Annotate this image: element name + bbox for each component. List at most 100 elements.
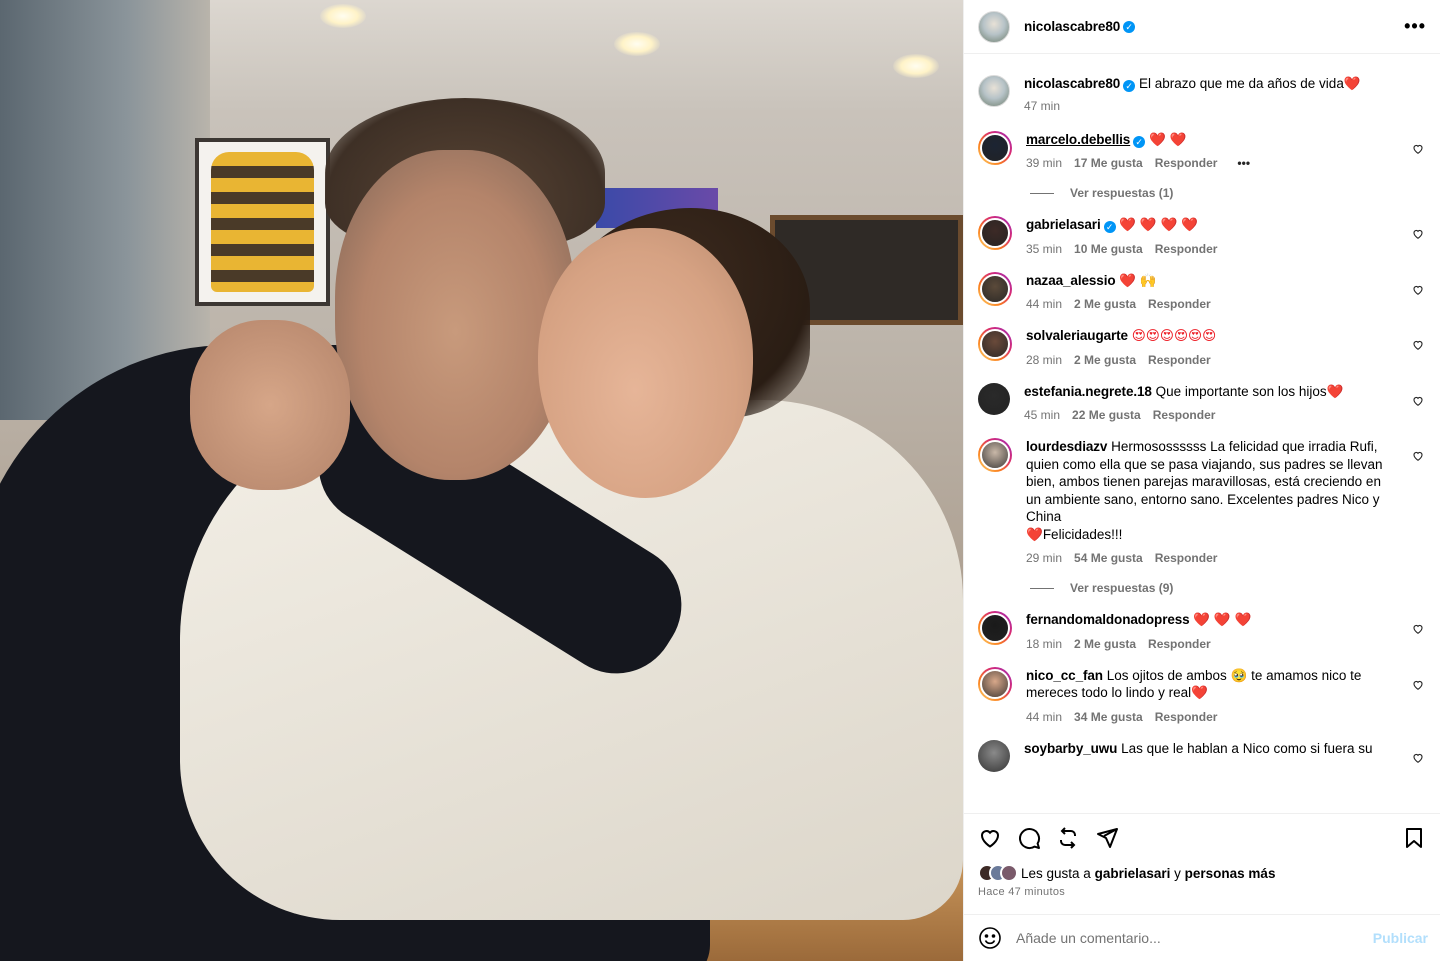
share-icon[interactable]: [1095, 826, 1119, 850]
comment-time[interactable]: 45 min: [1024, 408, 1060, 422]
reply-button[interactable]: Responder: [1155, 156, 1218, 170]
comment-text-line: fernandomaldonadopress ❤️ ❤️ ❤️: [1026, 611, 1398, 629]
comment-like-heart-icon[interactable]: [1412, 752, 1424, 764]
comment-item: lourdesdiazv Hermosossssss La felicidad …: [978, 438, 1424, 565]
caption-time[interactable]: 47 min: [1024, 99, 1060, 113]
comment-username[interactable]: marcelo.debellis: [1026, 132, 1130, 147]
commenter-avatar-ring[interactable]: [978, 327, 1012, 361]
comment-time[interactable]: 29 min: [1026, 551, 1062, 565]
publish-button[interactable]: Publicar: [1373, 930, 1428, 946]
comment-text-line: soybarby_uwu Las que le hablan a Nico co…: [1024, 740, 1398, 758]
comment-likes[interactable]: 10 Me gusta: [1074, 242, 1143, 256]
comment-item: soybarby_uwu Las que le hablan a Nico co…: [978, 739, 1424, 777]
comment-username[interactable]: lourdesdiazv: [1026, 439, 1107, 454]
commenter-avatar-ring[interactable]: [978, 382, 1010, 420]
bookmark-icon[interactable]: [1402, 826, 1426, 850]
comment-like-heart-icon[interactable]: [1412, 623, 1424, 635]
comment-text-line: gabrielasari ✓ ❤️ ❤️ ❤️ ❤️: [1026, 216, 1398, 234]
comment-likes[interactable]: 17 Me gusta: [1074, 156, 1143, 170]
comment-username[interactable]: estefania.negrete.18: [1024, 384, 1152, 399]
comment-likes[interactable]: 34 Me gusta: [1074, 710, 1143, 724]
comment-like-heart-icon[interactable]: [1412, 228, 1424, 240]
comment-likes[interactable]: 2 Me gusta: [1074, 637, 1136, 651]
comment-like-heart-icon[interactable]: [1412, 679, 1424, 691]
emoji-icon[interactable]: [978, 926, 1002, 950]
likes-prefix: Les gusta a: [1021, 865, 1091, 881]
commenter-avatar-ring[interactable]: [978, 130, 1012, 165]
comment-time[interactable]: 35 min: [1026, 242, 1062, 256]
likes-others[interactable]: personas más: [1185, 866, 1276, 881]
reply-button[interactable]: Responder: [1148, 297, 1211, 311]
comment-time[interactable]: 28 min: [1026, 353, 1062, 367]
caption-username[interactable]: nicolascabre80: [1024, 76, 1120, 91]
comment-like-heart-icon[interactable]: [1412, 450, 1424, 462]
post-time[interactable]: Hace 47 minutos: [978, 886, 1426, 898]
comment-username[interactable]: nazaa_alessio: [1026, 273, 1116, 288]
comment-icon[interactable]: [1017, 826, 1041, 850]
commenter-avatar[interactable]: [978, 382, 1010, 415]
repost-icon[interactable]: [1056, 826, 1080, 850]
comment-username[interactable]: gabrielasari: [1026, 217, 1101, 232]
comment-item: nico_cc_fan Los ojitos de ambos 🥹 te ama…: [978, 666, 1424, 724]
reply-button[interactable]: Responder: [1155, 710, 1218, 724]
commenter-avatar-ring[interactable]: [978, 438, 1012, 472]
commenter-avatar-ring[interactable]: [978, 739, 1010, 777]
reply-button[interactable]: Responder: [1153, 408, 1216, 422]
author-avatar[interactable]: [978, 75, 1010, 107]
post-photo[interactable]: [0, 0, 963, 961]
comment-likes[interactable]: 2 Me gusta: [1074, 297, 1136, 311]
more-options-icon[interactable]: •••: [1404, 16, 1426, 37]
commenter-avatar[interactable]: [980, 132, 1010, 163]
author-username[interactable]: nicolascabre80: [1024, 19, 1120, 34]
photo-man-face: [335, 150, 575, 480]
likes-user[interactable]: gabrielasari: [1095, 866, 1171, 881]
comment-time[interactable]: 18 min: [1026, 637, 1062, 651]
comment-time[interactable]: 44 min: [1026, 710, 1062, 724]
photo-lamp: [614, 32, 660, 56]
photo-hand: [190, 320, 350, 490]
commenter-avatar-ring[interactable]: [978, 611, 1012, 645]
comment-username[interactable]: soybarby_uwu: [1024, 741, 1117, 756]
comment-meta: 28 min 2 Me gusta Responder: [1026, 353, 1398, 367]
reply-button[interactable]: Responder: [1155, 242, 1218, 256]
comment-more-icon[interactable]: •••: [1237, 156, 1250, 170]
commenter-avatar-ring[interactable]: [978, 666, 1012, 701]
commenter-avatar[interactable]: [980, 273, 1010, 304]
commenter-avatar[interactable]: [980, 613, 1010, 643]
commenter-avatar[interactable]: [980, 440, 1010, 470]
view-replies-button[interactable]: Ver respuestas (1): [1030, 186, 1424, 200]
comments-list[interactable]: nicolascabre80 ✓ El abrazo que me da años…: [964, 55, 1440, 813]
comment-body: soybarby_uwu Las que le hablan a Nico co…: [1024, 740, 1424, 758]
comment-like-heart-icon[interactable]: [1412, 339, 1424, 351]
commenter-avatar-ring[interactable]: [978, 216, 1012, 250]
comment-meta: 18 min 2 Me gusta Responder: [1026, 637, 1398, 651]
comment-username[interactable]: solvaleriaugarte: [1026, 328, 1128, 343]
comment-item: marcelo.debellis ✓ ❤️ ❤️ 39 min 17 Me gusta…: [978, 130, 1424, 170]
reply-button[interactable]: Responder: [1148, 353, 1211, 367]
comment-body: lourdesdiazv Hermosossssss La felicidad …: [1026, 438, 1424, 565]
comment-time[interactable]: 39 min: [1026, 156, 1062, 170]
reply-button[interactable]: Responder: [1148, 637, 1211, 651]
likes-summary: Les gusta a gabrielasari y personas más: [978, 864, 1426, 882]
author-avatar[interactable]: [978, 10, 1010, 43]
comment-like-heart-icon[interactable]: [1412, 284, 1424, 296]
comment-like-heart-icon[interactable]: [1412, 395, 1424, 407]
view-replies-button[interactable]: Ver respuestas (9): [1030, 581, 1424, 595]
comment-likes[interactable]: 2 Me gusta: [1074, 353, 1136, 367]
commenter-avatar-ring[interactable]: [978, 271, 1012, 306]
comment-likes[interactable]: 22 Me gusta: [1072, 408, 1141, 422]
commenter-avatar[interactable]: [978, 739, 1010, 772]
comment-text-line: nico_cc_fan Los ojitos de ambos 🥹 te ama…: [1026, 667, 1398, 702]
comment-like-heart-icon[interactable]: [1412, 143, 1424, 155]
heart-icon[interactable]: [978, 826, 1002, 850]
comment-likes[interactable]: 54 Me gusta: [1074, 551, 1143, 565]
comment-input[interactable]: [1016, 930, 1373, 946]
comment-username[interactable]: fernandomaldonadopress: [1026, 612, 1190, 627]
comment-time[interactable]: 44 min: [1026, 297, 1062, 311]
comment-username[interactable]: nico_cc_fan: [1026, 668, 1103, 683]
comment-meta: 44 min 34 Me gusta Responder: [1026, 710, 1398, 724]
reply-button[interactable]: Responder: [1155, 551, 1218, 565]
commenter-avatar[interactable]: [980, 329, 1010, 359]
commenter-avatar[interactable]: [980, 218, 1010, 248]
commenter-avatar[interactable]: [980, 668, 1010, 699]
